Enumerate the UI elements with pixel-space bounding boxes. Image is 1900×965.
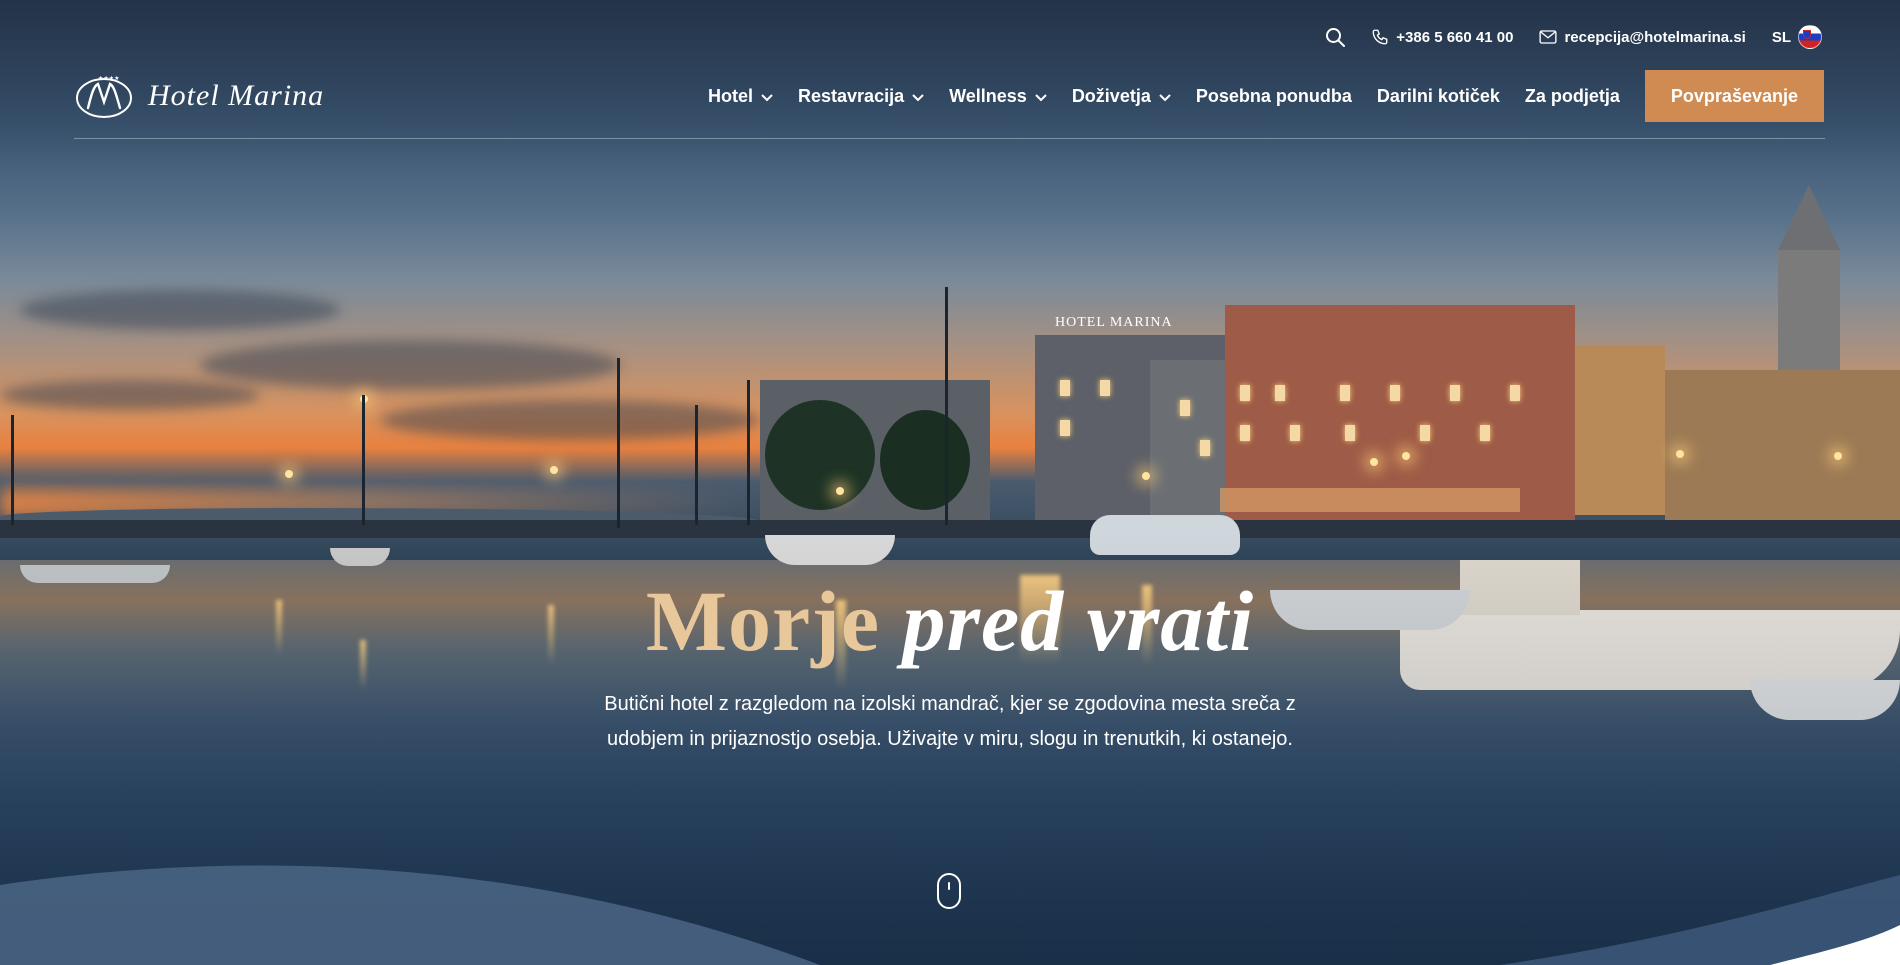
main-navigation: Hotel Restavracija Wellness Doživetja Po… bbox=[708, 70, 1824, 122]
language-code: SL bbox=[1771, 28, 1791, 46]
hero-headline: Morje pred vrati bbox=[0, 578, 1900, 664]
svg-text:★★★★: ★★★★ bbox=[98, 75, 120, 82]
slovenia-flag-icon bbox=[1798, 25, 1822, 49]
nav-item-label: Doživetja bbox=[1071, 85, 1151, 106]
top-utility-bar: +386 5 660 41 00 recepcija@hotelmarina.s… bbox=[1325, 22, 1822, 52]
nav-item-darilni-koticek[interactable]: Darilni kotiček bbox=[1377, 86, 1500, 107]
subtext-line: udobjem in prijaznostjo osebja. Uživajte… bbox=[607, 728, 1293, 750]
nav-item-restavracija[interactable]: Restavracija bbox=[798, 86, 924, 107]
language-switcher[interactable]: SL bbox=[1772, 25, 1822, 49]
header-divider bbox=[74, 138, 1825, 139]
logo-text: Hotel Marina bbox=[148, 79, 325, 112]
nav-item-dozivetja[interactable]: Doživetja bbox=[1072, 86, 1171, 107]
nav-item-posebna-ponudba[interactable]: Posebna ponudba bbox=[1196, 86, 1352, 107]
mouse-scroll-icon[interactable] bbox=[937, 873, 961, 909]
logo-monogram-icon: ★★★★ bbox=[74, 72, 134, 120]
bottom-wave bbox=[0, 865, 1900, 965]
nav-item-label: Wellness bbox=[949, 85, 1027, 106]
email-link[interactable]: recepcija@hotelmarina.si bbox=[1539, 28, 1746, 46]
headline-rest: pred vrati bbox=[902, 573, 1255, 669]
search-icon bbox=[1325, 27, 1346, 47]
nav-item-wellness[interactable]: Wellness bbox=[949, 86, 1047, 107]
chevron-down-icon bbox=[1035, 86, 1047, 107]
nav-item-label: Za podjetja bbox=[1524, 85, 1620, 106]
nav-item-za-podjetja[interactable]: Za podjetja bbox=[1525, 86, 1620, 107]
nav-item-hotel[interactable]: Hotel bbox=[708, 86, 773, 107]
search-button[interactable] bbox=[1325, 27, 1346, 47]
hero-overlay bbox=[0, 0, 1900, 965]
chevron-down-icon bbox=[761, 86, 773, 107]
inquiry-button[interactable]: Povpraševanje bbox=[1644, 70, 1824, 122]
nav-item-label: Hotel bbox=[708, 85, 754, 106]
mail-icon bbox=[1539, 29, 1558, 45]
nav-item-label: Darilni kotiček bbox=[1376, 85, 1500, 106]
chevron-down-icon bbox=[1159, 86, 1171, 107]
email-address: recepcija@hotelmarina.si bbox=[1564, 28, 1746, 46]
hero-background: HOTEL MARINA bbox=[0, 0, 1900, 965]
hotel-logo[interactable]: ★★★★ Hotel Marina bbox=[74, 72, 324, 120]
phone-icon bbox=[1371, 28, 1389, 46]
headline-highlight: Morje bbox=[645, 573, 881, 669]
nav-item-label: Posebna ponudba bbox=[1195, 85, 1352, 106]
phone-link[interactable]: +386 5 660 41 00 bbox=[1371, 28, 1513, 46]
phone-number: +386 5 660 41 00 bbox=[1396, 28, 1514, 46]
chevron-down-icon bbox=[912, 86, 924, 107]
nav-item-label: Restavracija bbox=[798, 85, 905, 106]
subtext-line: Butični hotel z razgledom na izolski man… bbox=[604, 693, 1296, 715]
hero-subtext: Butični hotel z razgledom na izolski man… bbox=[0, 687, 1900, 757]
